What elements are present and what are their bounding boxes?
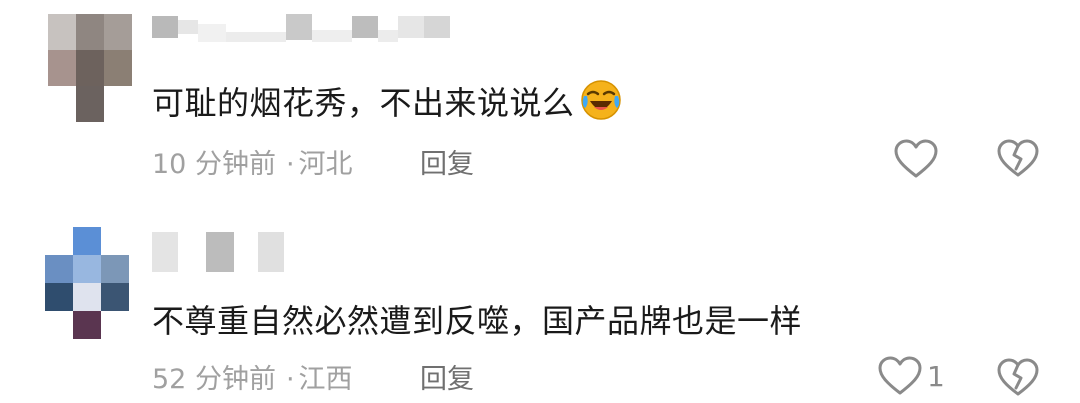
comment-time: 52 分钟前 [152, 364, 276, 395]
avatar-pixel [48, 50, 76, 86]
like-count: 1 [927, 359, 945, 393]
avatar-pixel [76, 50, 104, 86]
comment-meta: 10 分钟前 · 河北 [152, 142, 353, 181]
avatar-pixel [104, 50, 132, 86]
broken-heart-icon [997, 358, 1039, 396]
comment-item: 不尊重自然必然遭到反噬，国产品牌也是一样 52 分钟前 · 江西 回复 1 [0, 205, 1080, 403]
like-button[interactable]: 1 [877, 355, 945, 397]
like-button[interactable] [893, 138, 943, 180]
avatar-pixel [101, 255, 129, 283]
avatar-pixel [73, 283, 101, 311]
broken-heart-icon [997, 139, 1039, 177]
avatar-pixel [104, 86, 132, 122]
avatar-pixel [73, 255, 101, 283]
comment-text: 可耻的烟花秀，不出来说说么 [152, 78, 623, 124]
dislike-button[interactable] [996, 136, 1040, 184]
dislike-button[interactable] [996, 355, 1040, 403]
reply-button[interactable]: 回复 [420, 357, 474, 396]
avatar-pixel [101, 283, 129, 311]
meta-separator: · [285, 364, 295, 395]
avatar-pixel [73, 227, 101, 255]
avatar-pixel [76, 14, 104, 50]
comment-meta: 52 分钟前 · 江西 [152, 357, 353, 396]
avatar-pixel [45, 283, 73, 311]
comment-location: 江西 [298, 364, 353, 395]
avatar-pixel [104, 14, 132, 50]
comment-text: 不尊重自然必然遭到反噬，国产品牌也是一样 [152, 302, 803, 340]
comment-text-content: 可耻的烟花秀，不出来说说么 [152, 84, 575, 122]
avatar-pixel [45, 255, 73, 283]
avatar-pixel [48, 14, 76, 50]
avatar-pixel [101, 311, 129, 339]
laughing-crying-emoji-icon [580, 80, 621, 120]
avatar-pixel [45, 311, 73, 339]
username-blurred[interactable] [152, 230, 284, 274]
comment-location: 河北 [298, 149, 353, 180]
comment-time: 10 分钟前 [152, 149, 276, 180]
reply-button[interactable]: 回复 [420, 142, 474, 181]
avatar-pixel [45, 227, 73, 255]
avatar-pixel [48, 86, 76, 122]
avatar[interactable] [45, 227, 129, 339]
username-blurred[interactable] [152, 12, 450, 42]
comment-item: 可耻的烟花秀，不出来说说么 10 分钟前 · 河北 回复 [0, 0, 1080, 205]
avatar[interactable] [48, 14, 132, 122]
avatar-pixel [76, 86, 104, 122]
heart-outline-icon [878, 356, 922, 395]
meta-separator: · [285, 149, 295, 180]
avatar-pixel [101, 227, 129, 255]
avatar-pixel [73, 311, 101, 339]
heart-outline-icon [894, 139, 938, 178]
